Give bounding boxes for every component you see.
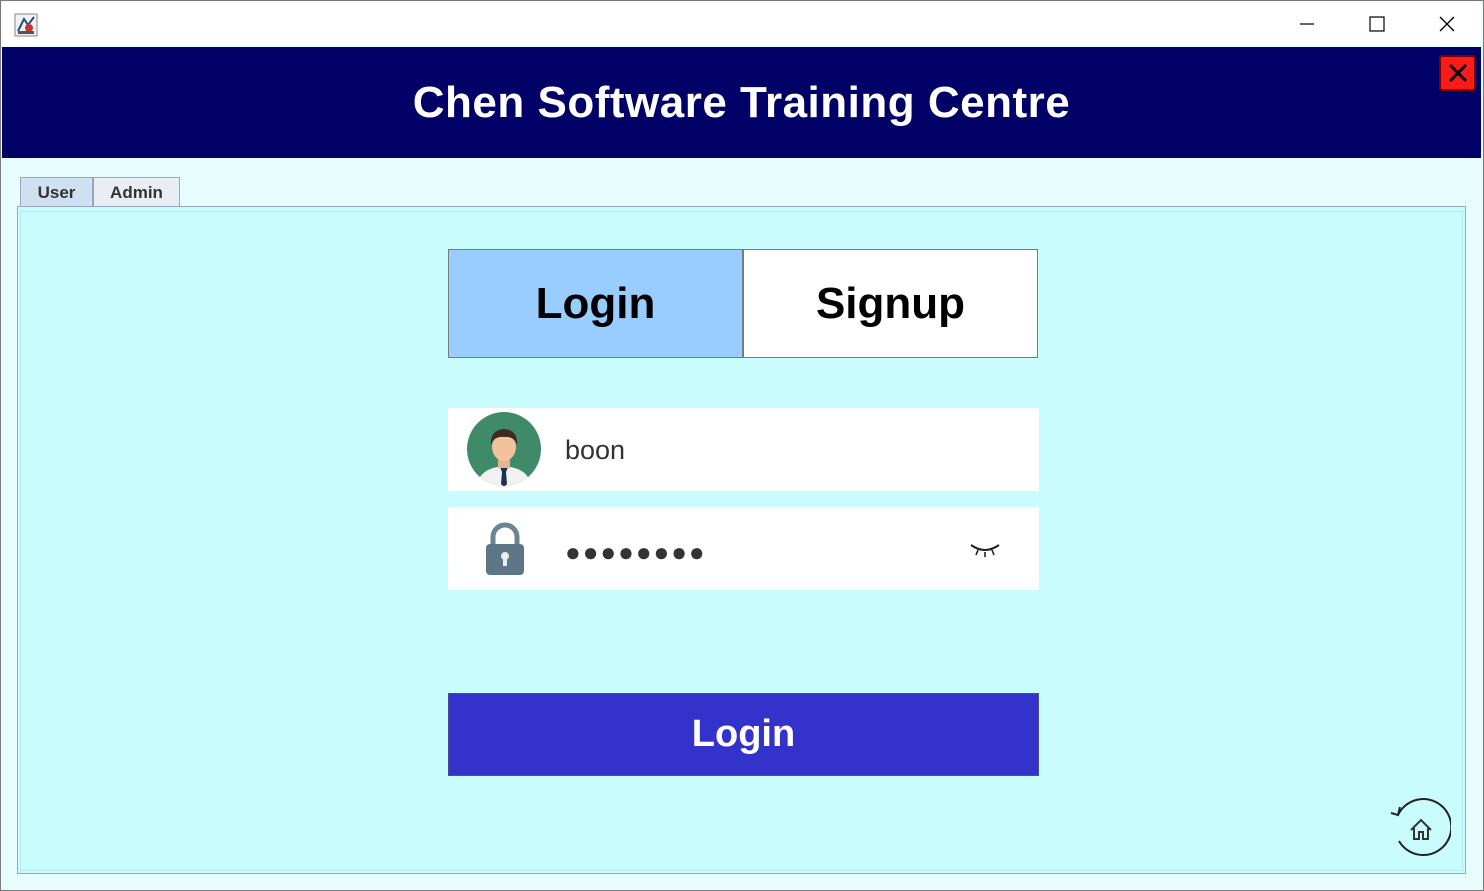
lock-icon: [486, 522, 524, 575]
page-title: Chen Software Training Centre: [412, 78, 1071, 127]
username-value: boon: [565, 435, 626, 465]
login-submit-button[interactable]: Login: [448, 693, 1039, 776]
eye-closed-icon[interactable]: [969, 540, 1001, 558]
app-window: Chen Software Training Centre User Admin…: [0, 0, 1484, 891]
minimize-button[interactable]: [1272, 2, 1342, 46]
login-mode-button[interactable]: Login: [448, 249, 743, 358]
maximize-button[interactable]: [1342, 2, 1412, 46]
password-field[interactable]: ●●●●●●●●: [448, 507, 1039, 590]
title-bar[interactable]: [2, 2, 1482, 46]
password-masked-value: ●●●●●●●●: [565, 537, 707, 567]
maximize-icon: [1369, 16, 1385, 32]
home-reset-icon[interactable]: [1389, 797, 1451, 859]
close-icon: [1439, 16, 1455, 32]
minimize-icon: [1300, 23, 1314, 25]
x-close-icon: [1448, 63, 1467, 83]
window-close-button[interactable]: [1412, 2, 1482, 46]
username-field[interactable]: boon: [448, 408, 1039, 491]
java-app-icon: [14, 13, 38, 37]
tab-admin[interactable]: Admin: [93, 177, 180, 207]
user-avatar-icon: [467, 412, 541, 486]
exit-button[interactable]: [1439, 55, 1476, 91]
tab-user[interactable]: User: [20, 177, 93, 207]
app-header: Chen Software Training Centre: [2, 47, 1481, 158]
signup-mode-button[interactable]: Signup: [743, 249, 1038, 358]
